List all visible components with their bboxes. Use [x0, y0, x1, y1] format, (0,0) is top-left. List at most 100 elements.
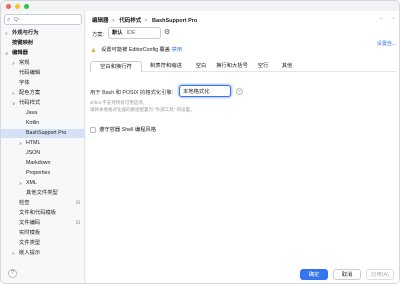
- hint-text: 请将本地格式化器的路径配置为 “外部工具” 的设置。: [90, 107, 195, 112]
- sidebar-item[interactable]: > 嵌入提示: [1, 249, 85, 258]
- project-scope-icon: ⊟: [75, 200, 80, 206]
- settings-window: ⌕ >外观与行为按键映射∨编辑器>常规代码编辑字体>配色方案∨代码样式JavaK…: [0, 0, 400, 284]
- sidebar-item[interactable]: Java: [1, 109, 85, 118]
- search-input[interactable]: [14, 16, 80, 24]
- tab-wrapping-braces[interactable]: 换行和大括号: [214, 61, 250, 72]
- chevron-right-icon[interactable]: >: [19, 179, 22, 188]
- sidebar-item-label: Java: [26, 110, 38, 116]
- sidebar-item-label: 代码样式: [19, 100, 41, 106]
- chevron-down-icon[interactable]: ∨: [12, 99, 15, 108]
- sidebar-item[interactable]: 代码编辑: [1, 69, 85, 78]
- sidebar-item[interactable]: 文件编码 ⊟: [1, 219, 85, 228]
- sidebar-item[interactable]: 字体: [1, 79, 85, 88]
- sidebar-item[interactable]: 其他文件类型: [1, 189, 85, 198]
- sidebar-item[interactable]: ∨ 编辑器: [1, 49, 85, 58]
- gear-icon[interactable]: ⚙: [164, 28, 170, 38]
- forward-arrow-icon[interactable]: →: [390, 15, 396, 21]
- sidebar-item-label: 文件和代码模板: [19, 210, 57, 216]
- breadcrumb: 编辑器 > 代码样式 > BashSupport Pro: [92, 16, 200, 24]
- project-scope-icon: ⊟: [75, 220, 80, 226]
- sidebar-item-label: 其他文件类型: [26, 190, 58, 196]
- tab-blank-lines[interactable]: 空行: [252, 61, 274, 72]
- sidebar-item[interactable]: > 配色方案: [1, 89, 85, 98]
- search-icon: ⌕: [7, 17, 11, 23]
- sidebar-item-label: XML: [26, 180, 37, 186]
- sidebar-item-label: 嵌入提示: [19, 250, 41, 256]
- hint-text: shfmt 不支持所有可用选项。: [90, 100, 148, 105]
- set-from-link[interactable]: 设置自...: [377, 40, 396, 47]
- checkbox-box[interactable]: [90, 126, 96, 133]
- sidebar-item[interactable]: > XML: [1, 179, 85, 188]
- breadcrumb-separator: >: [111, 18, 115, 24]
- sidebar-item[interactable]: 实时模板: [1, 229, 85, 238]
- sidebar-item-label: 编辑器: [12, 50, 28, 56]
- sidebar-item[interactable]: ∨ 代码样式: [1, 99, 85, 108]
- sidebar-item[interactable]: BashSupport Pro: [1, 129, 85, 138]
- apply-button[interactable]: 应用(A): [366, 269, 394, 280]
- sidebar-item-label: Properties: [26, 170, 51, 176]
- sidebar-item-label: 常规: [19, 60, 30, 66]
- chevron-right-icon[interactable]: >: [12, 59, 15, 68]
- sidebar-item-label: 实时模板: [19, 230, 41, 236]
- help-button[interactable]: ?: [8, 269, 17, 278]
- warning-text: 设置可能被 EditorConfig 覆盖: [100, 47, 171, 53]
- sidebar-item[interactable]: Kotlin: [1, 119, 85, 128]
- sidebar-item[interactable]: > HTML: [1, 139, 85, 148]
- disable-link[interactable]: 禁用: [172, 47, 183, 53]
- sidebar-item-label: 文件类型: [19, 240, 41, 246]
- sidebar-item[interactable]: 文件类型: [1, 239, 85, 248]
- shell-style-checkbox[interactable]: 遵守容器 Shell 编程风格: [90, 126, 156, 134]
- sidebar-item-label: JSON: [26, 150, 41, 156]
- title-bar: [1, 1, 399, 11]
- scheme-value: 默认: [112, 30, 123, 36]
- sidebar-item[interactable]: 检查 ⊟: [1, 199, 85, 208]
- breadcrumb-item-code-style[interactable]: 代码样式: [119, 18, 141, 24]
- ok-button[interactable]: 确定: [300, 269, 328, 280]
- sidebar-item-label: 代码编辑: [19, 70, 41, 76]
- settings-sidebar: ⌕ > 外观与行为按键映射 ∨ 编辑器 > 常规代码编辑字体 > 配色方案 ∨ 代码样式 Java K…: [1, 11, 85, 283]
- tab-other[interactable]: 其他: [276, 61, 298, 72]
- settings-content: 编辑器 > 代码样式 > BashSupport Pro ← → 方案: 默认 IDE…: [86, 11, 399, 283]
- sidebar-item-label: 文件编码: [19, 220, 41, 226]
- breadcrumb-separator: >: [144, 18, 148, 24]
- sidebar-search[interactable]: ⌕: [4, 14, 82, 25]
- chevron-right-icon[interactable]: >: [12, 249, 15, 258]
- sidebar-item-label: 外观与行为: [12, 30, 39, 36]
- sidebar-item[interactable]: Markdown: [1, 159, 85, 168]
- sidebar-item[interactable]: > 常规: [1, 59, 85, 68]
- tab-whitespace-wrapping[interactable]: 空白和换行符: [90, 61, 142, 72]
- sidebar-item[interactable]: > 外观与行为: [1, 29, 85, 38]
- tab-bar: 空白和换行符 制表符和缩进 空白 换行和大括号 空行 其他: [90, 61, 396, 72]
- breadcrumb-item-editor[interactable]: 编辑器: [92, 18, 109, 24]
- zoom-window-button[interactable]: [24, 4, 29, 9]
- sidebar-item-label: 检查: [19, 200, 30, 206]
- sidebar-item[interactable]: 按键映射: [1, 39, 85, 48]
- breadcrumb-item-bashsupport: BashSupport Pro: [152, 18, 198, 24]
- sidebar-item-label: 字体: [19, 80, 30, 86]
- checkbox-label: 遵守容器 Shell 编程风格: [99, 127, 157, 133]
- sidebar-item-label: Kotlin: [26, 120, 40, 126]
- sidebar-item-label: 配色方案: [19, 90, 41, 96]
- info-icon[interactable]: ?: [236, 88, 243, 95]
- chevron-right-icon[interactable]: >: [5, 29, 8, 38]
- sidebar-item[interactable]: 文件和代码模板: [1, 209, 85, 218]
- formatter-engine-label: 用于 Bash 和 POSIX 的格式化引擎:: [90, 90, 174, 96]
- formatter-engine-select[interactable]: [179, 85, 231, 97]
- back-arrow-icon[interactable]: ←: [378, 15, 384, 21]
- chevron-down-icon[interactable]: ∨: [5, 49, 8, 58]
- minimize-window-button[interactable]: [15, 4, 20, 9]
- nav-arrows: ← →: [374, 15, 396, 21]
- tab-tabs-indents[interactable]: 制表符和缩进: [144, 61, 188, 72]
- sidebar-item[interactable]: Properties: [1, 169, 85, 178]
- sidebar-item-label: HTML: [26, 140, 41, 146]
- scheme-dropdown[interactable]: 默认 IDE: [108, 27, 161, 39]
- tab-spaces[interactable]: 空白: [190, 61, 212, 72]
- scheme-label: 方案:: [92, 32, 105, 38]
- sidebar-item[interactable]: JSON: [1, 149, 85, 158]
- chevron-right-icon[interactable]: >: [12, 89, 15, 98]
- close-window-button[interactable]: [6, 4, 11, 9]
- cancel-button[interactable]: 取消: [333, 269, 361, 280]
- chevron-right-icon[interactable]: >: [19, 139, 22, 148]
- sidebar-item-label: Markdown: [26, 160, 51, 166]
- editorconfig-warning: ▲ 设置可能被 EditorConfig 覆盖 禁用: [90, 45, 280, 56]
